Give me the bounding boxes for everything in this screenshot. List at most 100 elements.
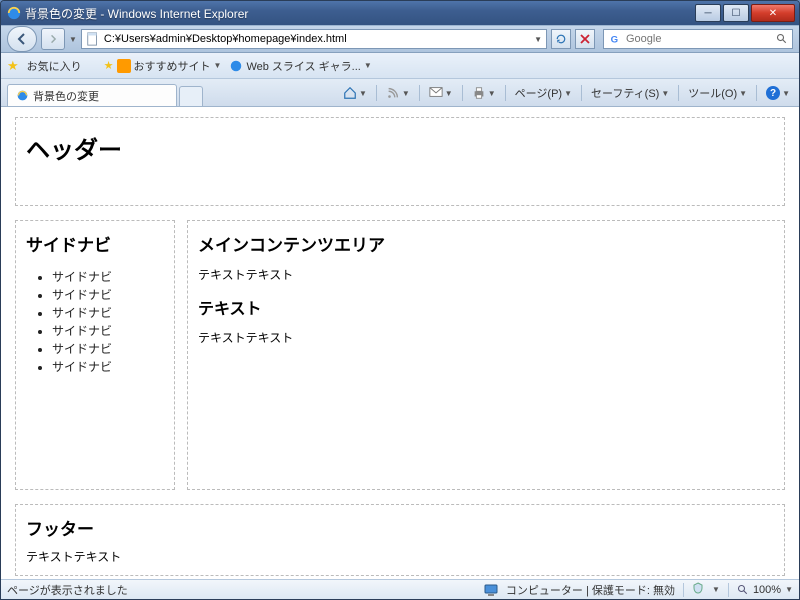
page-menu-label: ページ(P) xyxy=(515,85,562,101)
sidenav-item[interactable]: サイドナビ xyxy=(52,358,164,375)
favorites-star-icon[interactable]: ★ xyxy=(7,58,19,74)
close-button[interactable]: ✕ xyxy=(751,4,795,22)
protected-mode-button[interactable] xyxy=(692,582,704,597)
computer-icon xyxy=(484,584,498,596)
search-input[interactable] xyxy=(626,33,772,45)
sidenav-title: サイドナビ xyxy=(26,231,164,256)
refresh-button[interactable] xyxy=(551,29,571,49)
chevron-down-icon[interactable]: ▼ xyxy=(712,585,720,594)
ie-icon xyxy=(7,6,21,20)
command-bar: ▼ ▼ ▼ ▼ ページ(P) ▼ セーフ xyxy=(340,82,793,104)
suggested-icon xyxy=(117,59,131,73)
zoom-level: 100% xyxy=(753,584,781,596)
page-menu[interactable]: ページ(P) ▼ xyxy=(512,85,575,101)
chevron-down-icon: ▼ xyxy=(564,89,572,98)
tab-row: 背景色の変更 ▼ ▼ ▼ xyxy=(1,79,799,107)
webslice-label: Web スライス ギャラ... xyxy=(246,58,360,74)
search-icon[interactable] xyxy=(776,33,788,45)
separator xyxy=(581,85,582,101)
tab-active[interactable]: 背景色の変更 xyxy=(7,84,177,106)
chevron-down-icon: ▼ xyxy=(739,89,747,98)
separator xyxy=(462,85,463,101)
window-buttons: ─ ☐ ✕ xyxy=(695,4,795,22)
address-bar[interactable]: ▼ xyxy=(81,29,547,49)
status-text: ページが表示されました xyxy=(7,582,128,598)
chevron-down-icon: ▼ xyxy=(445,89,453,98)
rss-icon xyxy=(386,86,400,100)
sidenav-item[interactable]: サイドナビ xyxy=(52,268,164,285)
help-button[interactable]: ?▼ xyxy=(763,86,793,100)
titlebar: 背景色の変更 - Windows Internet Explorer ─ ☐ ✕ xyxy=(1,1,799,25)
refresh-icon xyxy=(555,33,567,45)
sidenav-list: サイドナビ サイドナビ サイドナビ サイドナビ サイドナビ サイドナビ xyxy=(26,268,164,375)
zoom-control[interactable]: 100% ▼ xyxy=(737,584,793,596)
tools-menu[interactable]: ツール(O) ▼ xyxy=(685,85,750,101)
window-title: 背景色の変更 - Windows Internet Explorer xyxy=(25,5,695,22)
address-dropdown-icon[interactable]: ▼ xyxy=(534,35,542,44)
sidenav-item[interactable]: サイドナビ xyxy=(52,304,164,321)
zoom-icon xyxy=(737,584,749,596)
feeds-button[interactable]: ▼ xyxy=(383,86,413,100)
webslice-link[interactable]: Web スライス ギャラ... ▼ xyxy=(229,58,371,74)
favorites-label[interactable]: お気に入り xyxy=(27,58,82,74)
new-tab-button[interactable] xyxy=(179,86,203,106)
address-input[interactable] xyxy=(104,33,530,45)
stop-button[interactable] xyxy=(575,29,595,49)
forward-button[interactable] xyxy=(41,28,65,50)
google-icon: G xyxy=(608,32,622,46)
sidenav-item[interactable]: サイドナビ xyxy=(52,286,164,303)
print-button[interactable]: ▼ xyxy=(469,86,499,100)
maximize-button[interactable]: ☐ xyxy=(723,4,749,22)
separator xyxy=(376,85,377,101)
safety-menu-label: セーフティ(S) xyxy=(591,85,659,101)
home-button[interactable]: ▼ xyxy=(340,86,370,100)
page-icon xyxy=(86,32,100,46)
mail-button[interactable]: ▼ xyxy=(426,86,456,100)
separator xyxy=(728,583,729,597)
chevron-down-icon: ▼ xyxy=(782,89,790,98)
content-viewport[interactable]: ヘッダー サイドナビ サイドナビ サイドナビ サイドナビ サイドナビ サイドナビ… xyxy=(1,107,799,579)
main-subheading: テキスト xyxy=(198,295,774,319)
suggested-sites-link[interactable]: ★ おすすめサイト ▼ xyxy=(104,58,222,74)
page-body: ヘッダー サイドナビ サイドナビ サイドナビ サイドナビ サイドナビ サイドナビ… xyxy=(1,107,799,579)
chevron-down-icon: ▼ xyxy=(488,89,496,98)
suggested-label: おすすめサイト xyxy=(134,58,211,74)
ie-icon xyxy=(16,89,29,102)
back-button[interactable] xyxy=(7,26,37,52)
stop-icon xyxy=(580,34,590,44)
tab-title: 背景色の変更 xyxy=(33,88,99,104)
main-content-box: メインコンテンツエリア テキストテキスト テキスト テキストテキスト xyxy=(187,220,785,490)
main-paragraph: テキストテキスト xyxy=(198,329,774,346)
nav-history-dropdown[interactable]: ▼ xyxy=(69,35,77,44)
chevron-down-icon: ▼ xyxy=(364,61,372,70)
shield-icon xyxy=(692,582,704,594)
help-icon: ? xyxy=(766,86,780,100)
chevron-down-icon: ▼ xyxy=(402,89,410,98)
safety-menu[interactable]: セーフティ(S) ▼ xyxy=(588,85,672,101)
ie-small-icon xyxy=(229,59,243,73)
main-title: メインコンテンツエリア xyxy=(198,231,774,256)
tools-menu-label: ツール(O) xyxy=(688,85,737,101)
favorites-bar: ★ お気に入り ★ おすすめサイト ▼ Web スライス ギャラ... ▼ xyxy=(1,53,799,79)
chevron-down-icon: ▼ xyxy=(661,89,669,98)
columns: サイドナビ サイドナビ サイドナビ サイドナビ サイドナビ サイドナビ サイドナ… xyxy=(15,220,785,490)
print-icon xyxy=(472,86,486,100)
minimize-button[interactable]: ─ xyxy=(695,4,721,22)
address-row: ▼ ▼ G xyxy=(1,25,799,53)
sidenav-box: サイドナビ サイドナビ サイドナビ サイドナビ サイドナビ サイドナビ サイドナ… xyxy=(15,220,175,490)
search-box[interactable]: G xyxy=(603,29,793,49)
page-header-box: ヘッダー xyxy=(15,117,785,206)
footer-paragraph: テキストテキスト xyxy=(26,548,774,565)
chevron-down-icon: ▼ xyxy=(359,89,367,98)
svg-text:G: G xyxy=(611,35,618,46)
chevron-down-icon: ▼ xyxy=(214,61,222,70)
star-icon: ★ xyxy=(104,59,114,72)
separator xyxy=(678,85,679,101)
mail-icon xyxy=(429,86,443,100)
sidenav-item[interactable]: サイドナビ xyxy=(52,340,164,357)
page-footer-box: フッター テキストテキスト xyxy=(15,504,785,576)
window-frame: 背景色の変更 - Windows Internet Explorer ─ ☐ ✕… xyxy=(0,0,800,600)
status-bar: ページが表示されました コンピューター | 保護モード: 無効 ▼ 100% ▼ xyxy=(1,579,799,599)
sidenav-item[interactable]: サイドナビ xyxy=(52,322,164,339)
separator xyxy=(505,85,506,101)
